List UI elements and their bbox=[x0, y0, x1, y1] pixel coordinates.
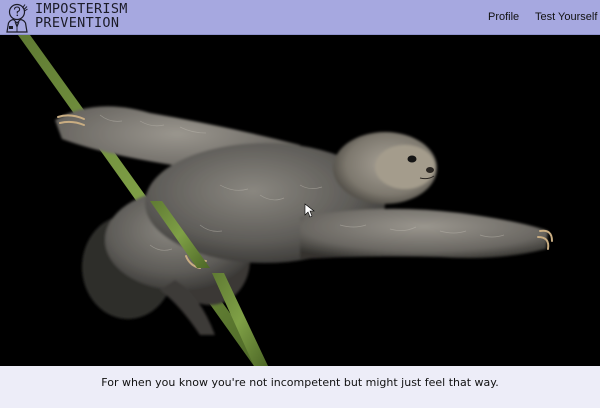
tagline-bar: For when you know you're not incompetent… bbox=[0, 366, 600, 408]
logo-icon[interactable] bbox=[4, 1, 32, 33]
page: Imposterism Prevention Profile Test Your… bbox=[0, 0, 600, 408]
sloth-eye bbox=[407, 155, 417, 163]
brand-name[interactable]: Imposterism Prevention bbox=[35, 2, 128, 31]
tagline-text: For when you know you're not incompetent… bbox=[101, 376, 499, 389]
top-navbar: Imposterism Prevention Profile Test Your… bbox=[0, 0, 600, 35]
hero-image bbox=[0, 35, 600, 366]
nav-link-test-yourself[interactable]: Test Yourself bbox=[535, 11, 597, 23]
nav-link-profile[interactable]: Profile bbox=[488, 11, 519, 23]
sloth-illustration bbox=[18, 35, 553, 366]
brand-line-2: Prevention bbox=[35, 14, 120, 31]
